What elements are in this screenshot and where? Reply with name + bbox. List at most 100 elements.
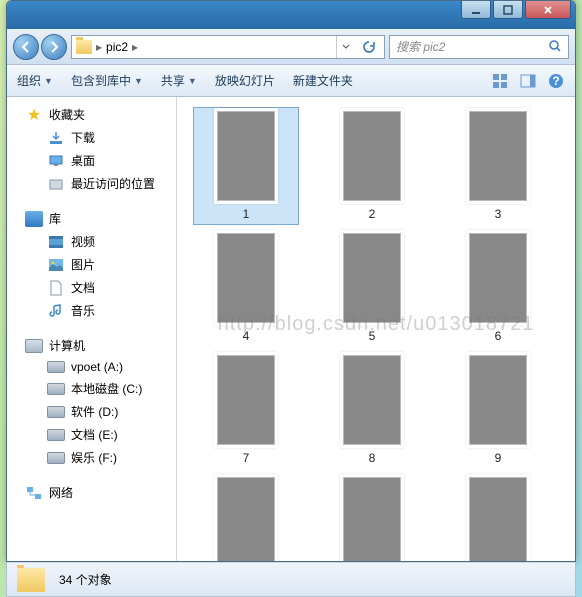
file-thumbnail[interactable]: 9: [445, 351, 551, 469]
toolbar: 组织▼ 包含到库中▼ 共享▼ 放映幻灯片 新建文件夹 ?: [7, 65, 575, 97]
library-icon: [25, 211, 43, 227]
thumbnail-label: 9: [495, 451, 502, 465]
include-menu[interactable]: 包含到库中▼: [71, 72, 143, 89]
file-thumbnail[interactable]: 6: [445, 229, 551, 347]
recent-icon: [47, 176, 65, 192]
chevron-right-icon: ▸: [96, 40, 102, 54]
chevron-right-icon: ▸: [132, 40, 138, 54]
file-thumbnail[interactable]: 2: [319, 107, 425, 225]
file-thumbnail[interactable]: 5: [319, 229, 425, 347]
status-bar: 34 个对象: [6, 562, 576, 597]
sidebar: ★收藏夹 下载 桌面 最近访问的位置 库 视频 图片 文档 音乐 计算机 vpo…: [7, 97, 177, 561]
thumbnail-image: [469, 477, 527, 561]
thumbnail-image: [217, 355, 275, 445]
thumbnail-image: [217, 477, 275, 561]
thumbnail-label: 2: [369, 207, 376, 221]
thumbnail-label: 8: [369, 451, 376, 465]
slideshow-button[interactable]: 放映幻灯片: [215, 72, 275, 89]
forward-button[interactable]: [41, 34, 67, 60]
folder-icon: [76, 40, 92, 54]
file-thumbnail[interactable]: 8: [319, 351, 425, 469]
thumbnail-image: [343, 233, 401, 323]
thumbnail-label: 6: [495, 329, 502, 343]
sidebar-drive[interactable]: 文档 (E:): [7, 423, 176, 446]
file-thumbnail[interactable]: [319, 473, 425, 561]
drive-label: 本地磁盘 (C:): [71, 380, 142, 397]
file-thumbnail[interactable]: [445, 473, 551, 561]
svg-text:?: ?: [552, 74, 559, 88]
nav-row: ▸ pic2 ▸ 搜索 pic2: [7, 29, 575, 65]
minimize-button[interactable]: [461, 1, 491, 19]
thumbnail-label: 1: [243, 207, 250, 221]
thumbnail-label: 5: [369, 329, 376, 343]
drive-label: 软件 (D:): [71, 403, 118, 420]
file-thumbnail[interactable]: 7: [193, 351, 299, 469]
thumbnail-image: [469, 233, 527, 323]
address-bar[interactable]: ▸ pic2 ▸: [71, 35, 385, 59]
file-grid[interactable]: http://blog.csdn.net/u013018721 12345678…: [177, 97, 575, 561]
sidebar-downloads[interactable]: 下载: [7, 126, 176, 149]
sidebar-videos[interactable]: 视频: [7, 230, 176, 253]
back-button[interactable]: [13, 34, 39, 60]
music-icon: [47, 303, 65, 319]
address-dropdown[interactable]: [336, 36, 354, 58]
close-button[interactable]: [525, 1, 571, 19]
status-count: 34 个对象: [59, 571, 112, 588]
file-thumbnail[interactable]: 3: [445, 107, 551, 225]
explorer-window: ▸ pic2 ▸ 搜索 pic2 组织▼ 包含到库中▼ 共享▼ 放映幻灯片 新建…: [6, 0, 576, 562]
folder-icon: [17, 568, 45, 592]
thumbnail-image: [469, 355, 527, 445]
computer-icon: [25, 339, 43, 353]
document-icon: [47, 280, 65, 296]
sidebar-recent[interactable]: 最近访问的位置: [7, 172, 176, 195]
drive-icon: [47, 406, 65, 418]
sidebar-desktop[interactable]: 桌面: [7, 149, 176, 172]
network-icon: [25, 485, 43, 501]
thumbnail-image: [343, 355, 401, 445]
sidebar-pictures[interactable]: 图片: [7, 253, 176, 276]
sidebar-favorites[interactable]: ★收藏夹: [7, 103, 176, 126]
drive-label: vpoet (A:): [71, 360, 123, 374]
sidebar-music[interactable]: 音乐: [7, 299, 176, 322]
search-placeholder: 搜索 pic2: [396, 38, 445, 55]
sidebar-libraries[interactable]: 库: [7, 207, 176, 230]
picture-icon: [47, 257, 65, 273]
sidebar-drive[interactable]: 本地磁盘 (C:): [7, 377, 176, 400]
thumbnail-label: 7: [243, 451, 250, 465]
file-thumbnail[interactable]: 1: [193, 107, 299, 225]
preview-pane-button[interactable]: [519, 72, 537, 90]
thumbnail-image: [343, 111, 401, 201]
drive-icon: [47, 429, 65, 441]
titlebar: [7, 1, 575, 29]
refresh-button[interactable]: [358, 36, 380, 58]
thumbnail-label: 4: [243, 329, 250, 343]
sidebar-documents[interactable]: 文档: [7, 276, 176, 299]
thumbnail-label: 3: [495, 207, 502, 221]
address-folder: pic2: [106, 40, 128, 54]
drive-label: 娱乐 (F:): [71, 449, 117, 466]
sidebar-drive[interactable]: 娱乐 (F:): [7, 446, 176, 469]
search-icon: [549, 40, 562, 53]
search-input[interactable]: 搜索 pic2: [389, 35, 569, 59]
download-icon: [47, 130, 65, 146]
sidebar-drive[interactable]: vpoet (A:): [7, 357, 176, 377]
sidebar-network[interactable]: 网络: [7, 481, 176, 504]
share-menu[interactable]: 共享▼: [161, 72, 197, 89]
drive-icon: [47, 361, 65, 373]
thumbnail-image: [469, 111, 527, 201]
video-icon: [47, 234, 65, 250]
view-button[interactable]: [491, 72, 509, 90]
drive-label: 文档 (E:): [71, 426, 118, 443]
sidebar-drive[interactable]: 软件 (D:): [7, 400, 176, 423]
star-icon: ★: [25, 107, 43, 123]
sidebar-computer[interactable]: 计算机: [7, 334, 176, 357]
thumbnail-image: [217, 233, 275, 323]
organize-menu[interactable]: 组织▼: [17, 72, 53, 89]
file-thumbnail[interactable]: [193, 473, 299, 561]
newfolder-button[interactable]: 新建文件夹: [293, 72, 353, 89]
thumbnail-image: [217, 111, 275, 201]
thumbnail-image: [343, 477, 401, 561]
maximize-button[interactable]: [493, 1, 523, 19]
file-thumbnail[interactable]: 4: [193, 229, 299, 347]
help-button[interactable]: ?: [547, 72, 565, 90]
